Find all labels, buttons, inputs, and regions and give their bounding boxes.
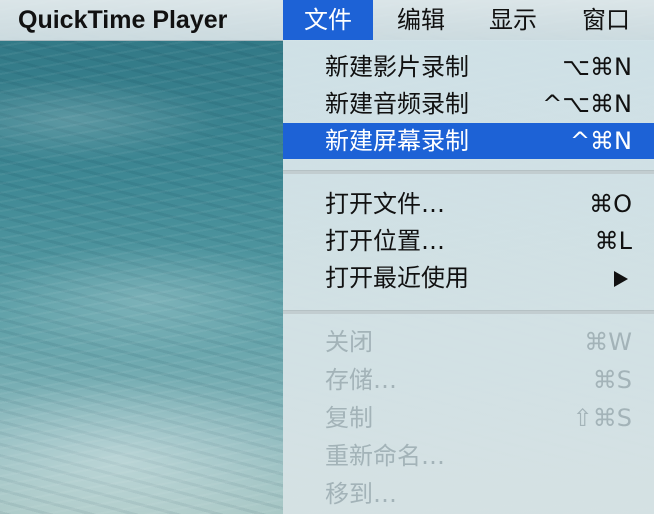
- menu-item-shortcut: ⇧⌘S: [572, 404, 632, 432]
- menu-item-open-location[interactable]: 打开位置… ⌘L: [283, 223, 654, 259]
- menu-item-duplicate[interactable]: 复制 ⇧⌘S: [283, 400, 654, 436]
- menu-item-shortcut: ⌘O: [589, 190, 632, 218]
- menu-item-save[interactable]: 存储… ⌘S: [283, 362, 654, 398]
- menu-separator: [283, 310, 654, 314]
- menu-item-label: 新建影片录制: [325, 53, 469, 81]
- menu-item-shortcut: ⌘S: [592, 366, 632, 394]
- menu-item-shortcut: ^⌘N: [569, 127, 632, 155]
- menu-item-label: 打开文件…: [325, 190, 445, 218]
- menu-item-new-movie-recording[interactable]: 新建影片录制 ⌥⌘N: [283, 49, 654, 85]
- menu-edit[interactable]: 编辑: [378, 0, 464, 40]
- menu-file[interactable]: 文件: [283, 0, 373, 40]
- menu-item-shortcut: ⌘W: [584, 328, 632, 356]
- menu-item-label: 存储…: [325, 366, 397, 394]
- menu-item-label: 复制: [325, 404, 373, 432]
- menu-item-open-recent[interactable]: 打开最近使用: [283, 260, 654, 296]
- menu-item-label: 打开最近使用: [325, 264, 469, 292]
- menu-item-label: 关闭: [325, 328, 373, 356]
- menu-item-open-file[interactable]: 打开文件… ⌘O: [283, 186, 654, 222]
- menu-item-label: 新建屏幕录制: [325, 127, 469, 155]
- menu-item-label: 新建音频录制: [325, 90, 469, 118]
- menu-window[interactable]: 窗口: [563, 0, 649, 40]
- menu-item-label: 打开位置…: [325, 227, 445, 255]
- menu-item-close[interactable]: 关闭 ⌘W: [283, 324, 654, 360]
- menu-item-shortcut: ⌥⌘N: [562, 53, 632, 81]
- app-name-menu[interactable]: QuickTime Player: [18, 0, 227, 40]
- menu-item-shortcut: ^⌥⌘N: [542, 90, 632, 118]
- menu-item-new-audio-recording[interactable]: 新建音频录制 ^⌥⌘N: [283, 86, 654, 122]
- menu-bar: QuickTime Player 文件 编辑 显示 窗口: [0, 0, 654, 41]
- menu-view[interactable]: 显示: [470, 0, 556, 40]
- menu-item-shortcut: ⌘L: [594, 227, 632, 255]
- menu-item-new-screen-recording[interactable]: 新建屏幕录制 ^⌘N: [283, 123, 654, 159]
- menu-item-move-to[interactable]: 移到…: [283, 476, 654, 512]
- menu-item-label: 移到…: [325, 480, 397, 508]
- menu-item-rename[interactable]: 重新命名…: [283, 438, 654, 474]
- file-menu-dropdown: 新建影片录制 ⌥⌘N 新建音频录制 ^⌥⌘N 新建屏幕录制 ^⌘N 打开文件… …: [283, 40, 654, 514]
- menu-separator: [283, 170, 654, 174]
- menu-item-label: 重新命名…: [325, 442, 445, 470]
- triangle-right-icon: [614, 271, 628, 287]
